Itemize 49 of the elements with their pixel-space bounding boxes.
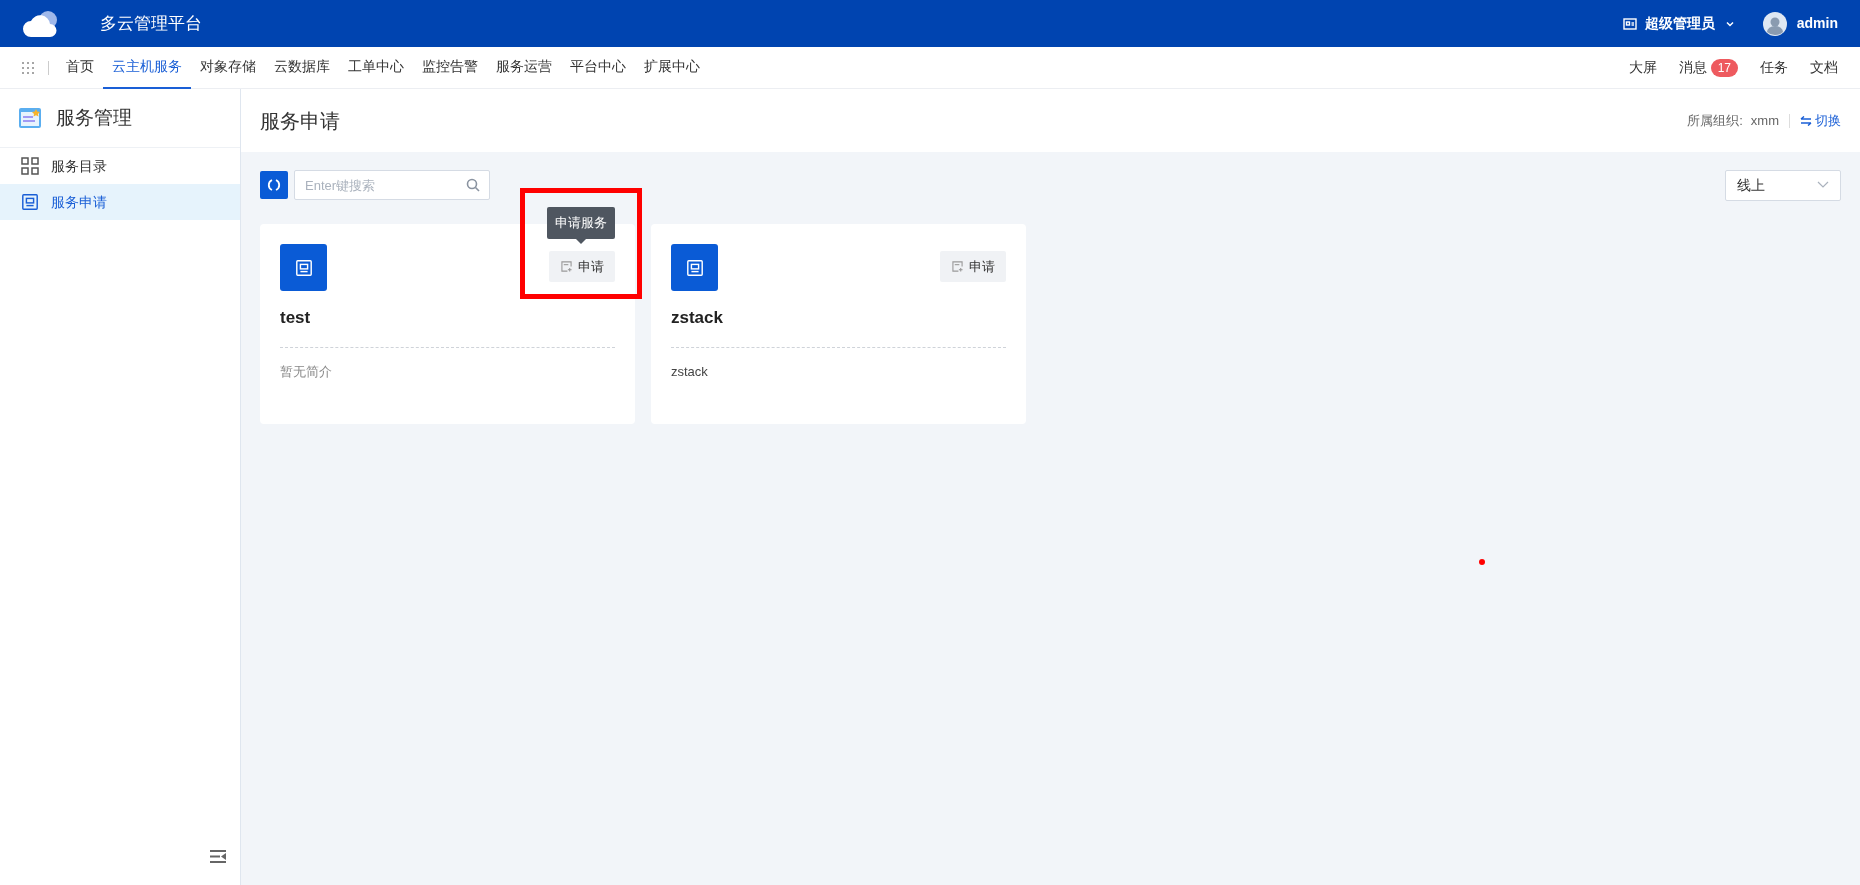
switch-link[interactable]: 切换 xyxy=(1800,110,1841,131)
user-name[interactable]: admin xyxy=(1796,13,1838,34)
service-description: 暂无简介 xyxy=(280,362,333,381)
form-add-icon xyxy=(560,261,572,272)
service-name: zstack xyxy=(671,307,724,329)
avatar[interactable] xyxy=(1762,11,1787,36)
nav-tab[interactable]: 监控告警 xyxy=(413,46,487,89)
nav-tab[interactable]: 云数据库 xyxy=(265,46,339,89)
app-title: 多云管理平台 xyxy=(100,12,202,35)
nav-tab[interactable]: 扩展中心 xyxy=(635,46,709,89)
nav-link[interactable]: 任务 xyxy=(1760,57,1788,78)
nav-tab[interactable]: 对象存储 xyxy=(191,46,265,89)
swap-icon xyxy=(1800,115,1812,126)
sidebar-item[interactable]: 服务申请 xyxy=(0,184,240,220)
refresh-button[interactable] xyxy=(260,171,288,199)
service-description: zstack xyxy=(671,362,709,381)
nav-link[interactable]: 文档 xyxy=(1810,57,1838,78)
nav-tab[interactable]: 首页 xyxy=(57,46,103,89)
grid-icon xyxy=(21,157,39,175)
chevron-down-icon xyxy=(1817,181,1829,189)
collapse-menu-icon[interactable] xyxy=(210,850,226,863)
status-dropdown[interactable]: 线上 xyxy=(1725,169,1841,201)
id-card-icon xyxy=(1622,17,1637,30)
service-name: test xyxy=(280,307,312,329)
tooltip-arrow-icon xyxy=(576,238,586,244)
cloud-logo xyxy=(22,8,60,39)
apply-button[interactable]: 申请 xyxy=(549,251,615,282)
page-title: 服务申请 xyxy=(260,108,340,134)
panel-icon xyxy=(21,193,39,211)
sidebar-title: 服务管理 xyxy=(56,105,132,130)
form-add-icon xyxy=(951,261,963,272)
org-label: 所属组织: xyxy=(1687,111,1743,130)
nav-tab[interactable]: 平台中心 xyxy=(561,46,635,89)
apply-button[interactable]: 申请 xyxy=(940,251,1006,282)
org-value: xmm xyxy=(1750,111,1779,130)
nav-tab[interactable]: 服务运营 xyxy=(487,46,561,89)
panel-icon xyxy=(294,258,313,277)
count-badge: 17 xyxy=(1710,58,1738,77)
folder-list-icon xyxy=(18,106,42,130)
search-icon xyxy=(466,178,480,192)
sidebar-item[interactable]: 服务目录 xyxy=(0,148,240,184)
nav-tab[interactable]: 工单中心 xyxy=(339,46,413,89)
search-field[interactable]: Enter键搜索 xyxy=(294,170,490,200)
nav-link[interactable]: 大屏 xyxy=(1628,57,1657,78)
refresh-icon xyxy=(267,178,281,192)
nav-link[interactable]: 消息 17 xyxy=(1678,57,1738,78)
tooltip: 申请服务 xyxy=(547,207,615,239)
role-menu[interactable]: 超级管理员 xyxy=(1622,13,1735,34)
panel-icon xyxy=(685,258,704,277)
